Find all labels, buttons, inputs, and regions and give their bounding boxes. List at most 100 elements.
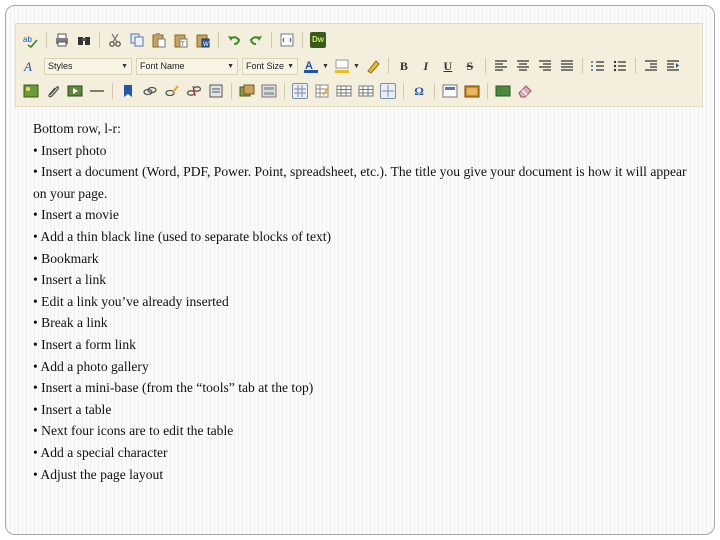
align-right-icon[interactable] xyxy=(537,58,553,74)
toolbar-row-3: Ω xyxy=(20,80,536,102)
form-link-icon[interactable] xyxy=(208,83,224,99)
svg-text:A: A xyxy=(23,59,32,74)
list-item: • Add a photo gallery xyxy=(33,358,149,374)
chevron-down-icon: ▼ xyxy=(287,62,294,70)
align-center-icon[interactable] xyxy=(515,58,531,74)
toolbar-separator xyxy=(284,83,285,99)
toolbar-separator xyxy=(231,83,232,99)
horizontal-line-icon[interactable] xyxy=(89,83,105,99)
print-icon[interactable] xyxy=(54,32,70,48)
underline-button[interactable]: U xyxy=(440,58,456,74)
list-item: • Insert a table xyxy=(33,401,112,417)
instructions-text: Bottom row, l-r: • Insert photo • Insert… xyxy=(33,118,703,485)
insert-table-icon[interactable] xyxy=(292,83,308,99)
edit-link-icon[interactable] xyxy=(164,83,180,99)
template-icon[interactable] xyxy=(464,83,480,99)
outdent-icon[interactable] xyxy=(643,58,659,74)
styles-dropdown[interactable]: Styles ▼ xyxy=(44,57,132,75)
break-link-icon[interactable] xyxy=(186,83,202,99)
table-cell-icon[interactable] xyxy=(380,83,396,99)
font-size-dropdown[interactable]: Font Size ▼ xyxy=(242,57,298,75)
special-character-icon[interactable]: Ω xyxy=(411,83,427,99)
find-icon[interactable] xyxy=(76,32,92,48)
insert-photo-icon[interactable] xyxy=(23,83,39,99)
list-item: • Add a thin black line (used to separat… xyxy=(33,228,332,244)
list-item: • Insert a mini-base (from the “tools” t… xyxy=(33,380,314,396)
list-item: • Adjust the page layout xyxy=(33,466,164,482)
page-layout-icon[interactable] xyxy=(442,83,458,99)
indent-icon[interactable] xyxy=(665,58,681,74)
toolbar-separator xyxy=(271,32,272,48)
insert-link-icon[interactable] xyxy=(142,83,158,99)
toolbar-separator xyxy=(484,58,486,74)
source-icon[interactable] xyxy=(279,32,295,48)
copy-icon[interactable] xyxy=(129,32,145,48)
dreamweaver-label: Dw xyxy=(312,35,324,44)
svg-text:T: T xyxy=(181,42,185,48)
redo-icon[interactable] xyxy=(248,32,264,48)
table-properties-icon[interactable] xyxy=(314,83,330,99)
bg-color-icon[interactable] xyxy=(334,58,350,74)
toolbar-separator xyxy=(634,58,636,74)
font-name-label: Font Name xyxy=(140,61,185,71)
toolbar-separator xyxy=(46,32,47,48)
text-color-dropdown-icon[interactable]: ▼ xyxy=(322,63,329,70)
styles-icon: A xyxy=(23,58,39,74)
list-item: • Insert a document (Word, PDF, Power. P… xyxy=(33,164,690,201)
paste-word-icon[interactable]: W xyxy=(195,32,211,48)
toolbar-row-1: ab T W Dw xyxy=(20,29,329,51)
align-left-icon[interactable] xyxy=(493,58,509,74)
svg-text:W: W xyxy=(203,42,209,48)
spellcheck-icon[interactable]: ab xyxy=(23,32,39,48)
bulleted-list-icon[interactable] xyxy=(612,58,628,74)
strikethrough-button[interactable]: S xyxy=(462,58,478,74)
undo-icon[interactable] xyxy=(226,32,242,48)
slide: ab T W Dw A Styles ▼ Font Name ▼ Font Size… xyxy=(5,5,715,535)
toolbar-separator xyxy=(302,32,303,48)
editor-toolbar: ab T W Dw A Styles ▼ Font Name ▼ Font Size… xyxy=(15,23,703,107)
list-item: • Insert photo xyxy=(33,142,107,158)
toolbar-separator xyxy=(112,83,113,99)
widget-icon[interactable] xyxy=(495,83,511,99)
list-item: • Insert a form link xyxy=(33,336,136,352)
list-item: • Insert a link xyxy=(33,272,107,288)
bookmark-icon[interactable] xyxy=(120,83,136,99)
text-color-icon[interactable]: A xyxy=(303,58,319,74)
paste-icon[interactable] xyxy=(151,32,167,48)
toolbar-separator xyxy=(403,83,404,99)
table-columns-icon[interactable] xyxy=(358,83,374,99)
mini-base-icon[interactable] xyxy=(261,83,277,99)
toolbar-separator xyxy=(581,58,583,74)
font-size-label: Font Size xyxy=(246,61,285,71)
list-item: • Insert a movie xyxy=(33,207,119,223)
toolbar-separator xyxy=(99,32,100,48)
styles-label: Styles xyxy=(48,61,73,71)
svg-text:ab: ab xyxy=(23,35,32,44)
photo-gallery-icon[interactable] xyxy=(239,83,255,99)
italic-button[interactable]: I xyxy=(418,58,434,74)
toolbar-separator xyxy=(218,32,219,48)
list-item: • Edit a link you’ve already inserted xyxy=(33,293,229,309)
instructions-heading: Bottom row, l-r: xyxy=(33,121,121,136)
list-item: • Add a special character xyxy=(33,444,168,460)
toolbar-separator xyxy=(434,83,435,99)
bold-button[interactable]: B xyxy=(396,58,412,74)
align-justify-icon[interactable] xyxy=(559,58,575,74)
insert-document-icon[interactable] xyxy=(45,83,61,99)
paste-text-icon[interactable]: T xyxy=(173,32,189,48)
bg-color-dropdown-icon[interactable]: ▼ xyxy=(353,63,360,70)
cut-icon[interactable] xyxy=(107,32,123,48)
chevron-down-icon: ▼ xyxy=(121,62,128,70)
eraser-icon[interactable] xyxy=(517,83,533,99)
insert-movie-icon[interactable] xyxy=(67,83,83,99)
dreamweaver-icon[interactable]: Dw xyxy=(310,32,326,48)
font-name-dropdown[interactable]: Font Name ▼ xyxy=(136,57,238,75)
highlight-pen-icon[interactable] xyxy=(365,58,381,74)
toolbar-separator xyxy=(387,58,389,74)
numbered-list-icon[interactable] xyxy=(590,58,606,74)
toolbar-separator xyxy=(487,83,488,99)
list-item: • Next four icons are to edit the table xyxy=(33,423,234,439)
chevron-down-icon: ▼ xyxy=(227,62,234,70)
list-item: • Bookmark xyxy=(33,250,99,266)
table-rows-icon[interactable] xyxy=(336,83,352,99)
